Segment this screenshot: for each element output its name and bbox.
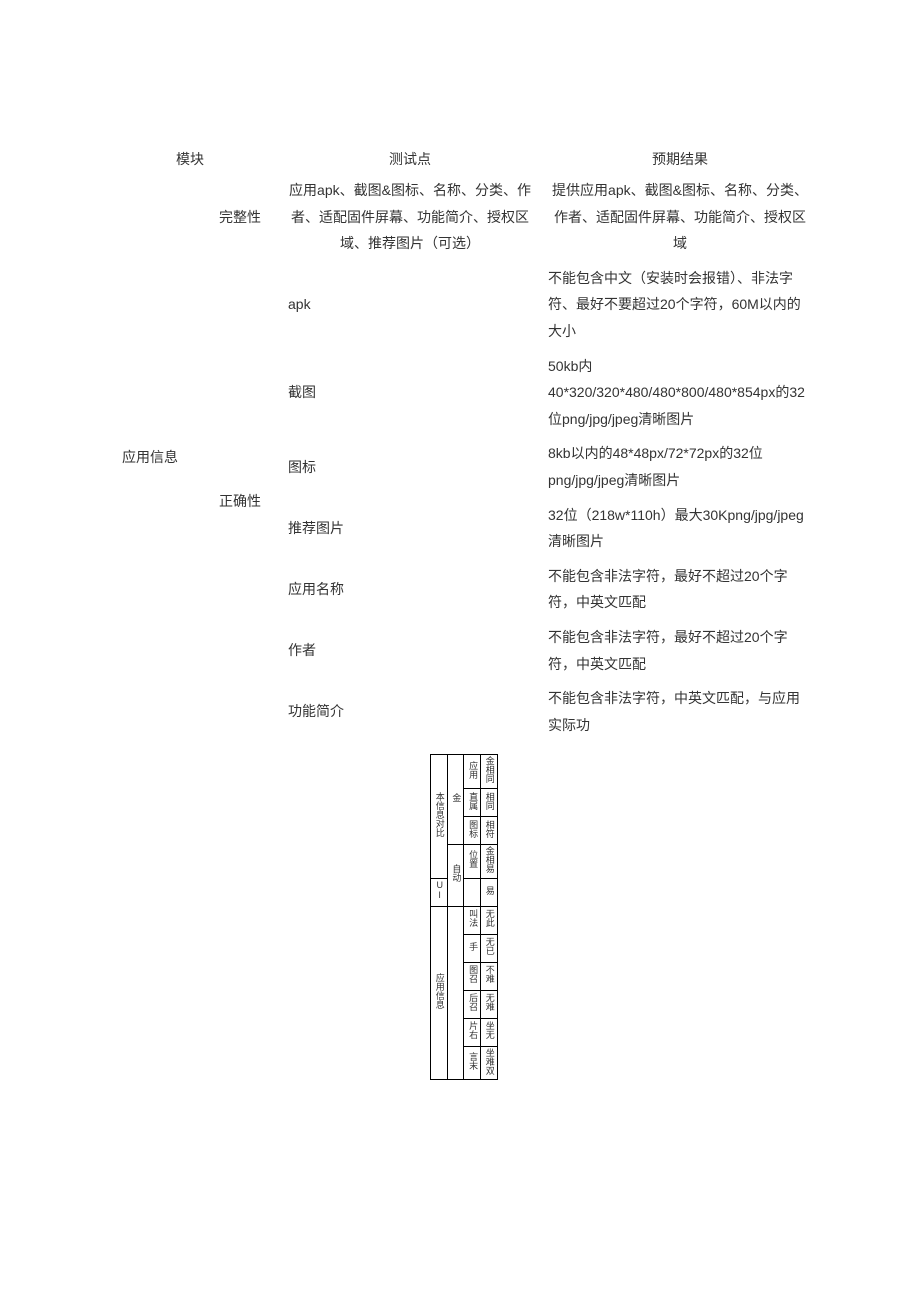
ct-c3-4 <box>464 878 481 906</box>
ct-c2-3: 自动 <box>447 844 464 906</box>
ct-c3-5: 叫法 <box>464 906 481 934</box>
correctness-expect-5: 不能包含非法字符，最好不超过20个字符，中英文匹配 <box>540 620 820 681</box>
compressed-table-wrapper: 本信息对比 金 应用 金相同 直属 相同 图标 相符 自动 位置 金相易 UI <box>430 754 820 1080</box>
table-row: 应用信息 完整性 应用apk、截图&图标、名称、分类、作者、适配固件屏幕、功能简… <box>100 173 820 261</box>
ct-c3-9: 片右 <box>464 1018 481 1046</box>
ct-c2-5 <box>447 906 464 1080</box>
ct-c3-6: 手 <box>464 934 481 962</box>
ct-c3-10: 言末 <box>464 1046 481 1080</box>
correctness-test-6: 功能简介 <box>280 681 540 742</box>
ct-c4-0: 金相同 <box>481 755 498 789</box>
ct-row: 本信息对比 金 应用 金相同 <box>431 755 498 789</box>
ct-c3-8: 后召 <box>464 990 481 1018</box>
ct-c2-0: 金 <box>447 755 464 845</box>
correctness-test-0: apk <box>280 261 540 349</box>
ct-group-a: 本信息对比 <box>431 755 448 878</box>
ct-c4-7: 不难 <box>481 962 498 990</box>
spec-table: 模块 测试点 预期结果 应用信息 完整性 应用apk、截图&图标、名称、分类、作… <box>100 145 820 742</box>
ct-c4-4: 易 <box>481 878 498 906</box>
ct-c4-2: 相符 <box>481 816 498 844</box>
header-module: 模块 <box>100 145 280 173</box>
ct-c4-3: 金相易 <box>481 844 498 878</box>
ct-c4-1: 相同 <box>481 788 498 816</box>
compressed-table: 本信息对比 金 应用 金相同 直属 相同 图标 相符 自动 位置 金相易 UI <box>430 754 498 1080</box>
ct-row: UI 易 <box>431 878 498 906</box>
correctness-expect-3: 32位（218w*110h）最大30Kpng/jpg/jpeg清晰图片 <box>540 498 820 559</box>
header-test-point: 测试点 <box>280 145 540 173</box>
sub-integrity: 完整性 <box>200 173 280 261</box>
integrity-test: 应用apk、截图&图标、名称、分类、作者、适配固件屏幕、功能简介、授权区域、推荐… <box>280 173 540 261</box>
ct-c4-8: 无难 <box>481 990 498 1018</box>
ct-c4-5: 无此 <box>481 906 498 934</box>
correctness-test-5: 作者 <box>280 620 540 681</box>
correctness-test-4: 应用名称 <box>280 559 540 620</box>
ct-c3-7: 图召 <box>464 962 481 990</box>
header-row: 模块 测试点 预期结果 <box>100 145 820 173</box>
ct-group-c: 应用信息 <box>431 906 448 1080</box>
sub-correctness: 正确性 <box>200 261 280 743</box>
ct-c3-2: 图标 <box>464 816 481 844</box>
correctness-test-1: 截图 <box>280 349 540 437</box>
ct-c3-0: 应用 <box>464 755 481 789</box>
correctness-test-2: 图标 <box>280 436 540 497</box>
integrity-expect: 提供应用apk、截图&图标、名称、分类、作者、适配固件屏幕、功能简介、授权区域 <box>540 173 820 261</box>
correctness-test-3: 推荐图片 <box>280 498 540 559</box>
ct-c4-9: 坐无 <box>481 1018 498 1046</box>
ct-c3-1: 直属 <box>464 788 481 816</box>
ct-c4-6: 无已 <box>481 934 498 962</box>
correctness-expect-1: 50kb内40*320/320*480/480*800/480*854px的32… <box>540 349 820 437</box>
ct-c4-10: 坐难双 <box>481 1046 498 1080</box>
module-cell: 应用信息 <box>100 173 200 742</box>
ct-row: 应用信息 叫法 无此 <box>431 906 498 934</box>
ct-group-b: UI <box>431 878 448 906</box>
correctness-expect-4: 不能包含非法字符，最好不超过20个字符，中英文匹配 <box>540 559 820 620</box>
correctness-expect-6: 不能包含非法字符，中英文匹配，与应用实际功 <box>540 681 820 742</box>
correctness-expect-2: 8kb以内的48*48px/72*72px的32位png/jpg/jpeg清晰图… <box>540 436 820 497</box>
header-expected: 预期结果 <box>540 145 820 173</box>
correctness-expect-0: 不能包含中文（安装时会报错）、非法字符、最好不要超过20个字符，60M以内的大小 <box>540 261 820 349</box>
ct-c3-3: 位置 <box>464 844 481 878</box>
table-row: 正确性 apk 不能包含中文（安装时会报错）、非法字符、最好不要超过20个字符，… <box>100 261 820 349</box>
